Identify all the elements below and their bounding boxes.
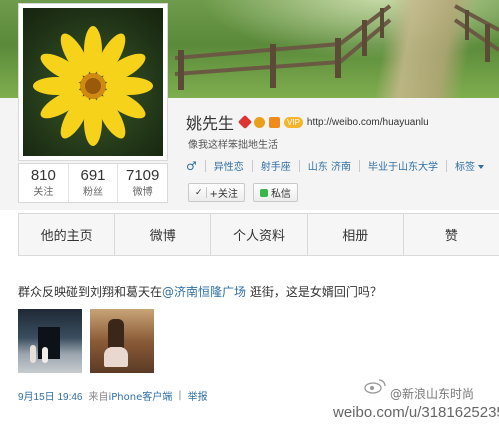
follow-button[interactable]: ✓ +关注: [188, 183, 245, 202]
stat-number: 7109: [125, 167, 160, 184]
divider: [298, 159, 300, 172]
chevron-down-icon: [477, 165, 484, 169]
divider: [358, 159, 360, 172]
check-icon: ✓: [195, 187, 203, 198]
watermark-url: weibo.com/u/3181625235: [333, 404, 499, 421]
image-figure: [30, 345, 36, 363]
tag-orientation[interactable]: 异性恋: [214, 158, 244, 173]
tag-education[interactable]: 毕业于山东大学: [368, 158, 438, 173]
message-icon: [259, 188, 268, 197]
sunflower-icon: [33, 26, 153, 146]
stat-followers[interactable]: 691 粉丝: [69, 164, 119, 202]
tab-home[interactable]: 他的主页: [18, 214, 116, 255]
vip-badge[interactable]: VIP: [284, 116, 303, 128]
stat-number: 810: [30, 167, 56, 184]
tag-zodiac[interactable]: 射手座: [261, 158, 291, 173]
post-text-before: 群众反映碰到刘翔和葛天在: [18, 285, 163, 299]
medal-icon[interactable]: [254, 116, 266, 128]
male-icon: ♂: [186, 158, 197, 173]
post-image-1[interactable]: [18, 309, 82, 373]
divider: [204, 159, 206, 172]
divider: [205, 187, 207, 198]
tags-dropdown-label: 标签: [454, 162, 475, 173]
mention-link[interactable]: @济南恒隆广场: [162, 285, 246, 299]
profile-tags: ♂ 异性恋 射手座 山东 济南 毕业于山东大学 标签: [186, 158, 484, 173]
source-prefix: 来自: [88, 392, 109, 403]
post-meta: 9月15日 19:46 来自 iPhone客户端 | 举报: [18, 388, 208, 403]
profile-url[interactable]: http://weibo.com/huayuanlu: [307, 117, 429, 128]
avatar[interactable]: [23, 8, 163, 156]
divider: |: [178, 390, 182, 401]
tag-location[interactable]: 山东 济南: [308, 158, 351, 173]
tags-dropdown[interactable]: 标签: [455, 158, 484, 173]
profile-bio: 像我这样笨拙地生活: [188, 140, 278, 151]
message-label: 私信: [270, 189, 291, 200]
image-figure: [104, 347, 128, 367]
post-text: 群众反映碰到刘翔和葛天在@济南恒隆广场 逛街，这是女婿回门吗？: [18, 283, 382, 300]
image-figure: [42, 347, 48, 363]
tab-profile-info[interactable]: 个人资料: [211, 214, 308, 255]
stat-following[interactable]: 810 关注: [19, 164, 69, 202]
watermark-account: @新浪山东时尚: [390, 387, 475, 401]
stats-panel: 810 关注 691 粉丝 7109 微博: [18, 163, 168, 203]
tab-likes[interactable]: 赞: [404, 214, 499, 255]
stat-label: 粉丝: [83, 187, 103, 198]
stat-label: 关注: [33, 187, 54, 198]
verified-icon[interactable]: [237, 114, 253, 130]
follow-label: +关注: [209, 189, 238, 200]
profile-name-row: 姚先生 VIP http://weibo.com/huayuanlu: [186, 110, 429, 134]
message-button[interactable]: 私信: [252, 183, 298, 202]
post-time[interactable]: 9月15日 19:46: [18, 388, 83, 403]
post-text-after: 逛街，这是女婿回门吗？: [246, 285, 382, 299]
tab-weibo[interactable]: 微博: [115, 214, 212, 255]
profile-tabs: 他的主页 微博 个人资料 相册 赞: [18, 213, 499, 256]
avatar-frame[interactable]: [18, 3, 168, 161]
report-link[interactable]: 举报: [188, 388, 208, 403]
profile-name: 姚先生: [186, 114, 235, 133]
stat-number: 691: [80, 167, 106, 184]
stat-label: 微博: [132, 187, 153, 198]
tab-album[interactable]: 相册: [308, 214, 404, 255]
stat-posts[interactable]: 7109 微博: [118, 164, 167, 202]
post-source[interactable]: iPhone客户端: [109, 388, 173, 403]
member-icon[interactable]: [269, 116, 281, 128]
divider: [445, 159, 447, 172]
post-image-2[interactable]: [90, 309, 154, 373]
profile-actions: ✓ +关注 私信: [188, 183, 298, 202]
divider: [251, 159, 253, 172]
weibo-logo-icon: [364, 379, 386, 394]
